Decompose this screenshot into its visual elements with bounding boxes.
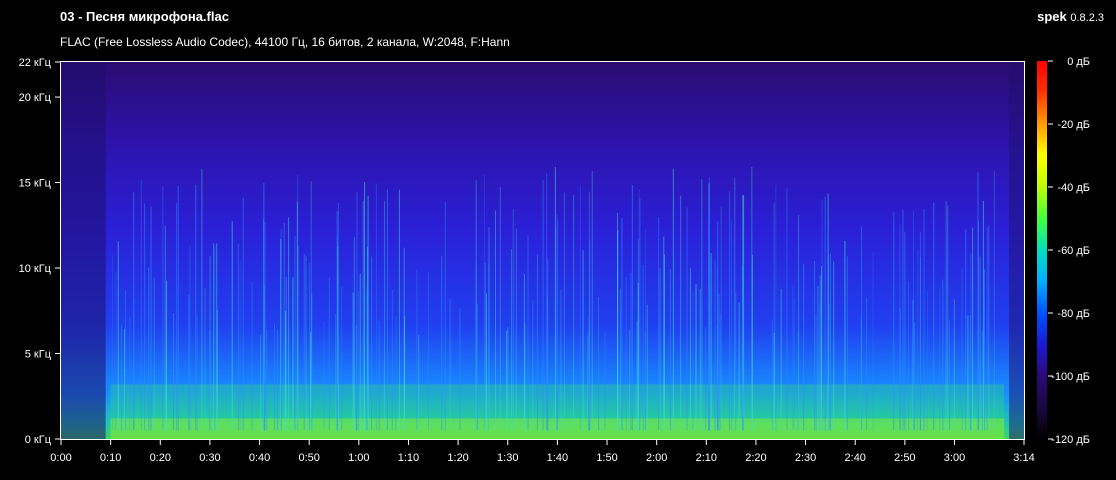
colorbar-tick-label: -20 дБ xyxy=(1057,119,1090,131)
x-tick-label: 2:10 xyxy=(696,452,717,464)
x-axis: 0:00 0:10 0:20 0:30 0:40 0:50 1:00 1:10 1:20 1:30… xyxy=(50,440,1035,464)
x-tick-label: 1:00 xyxy=(348,452,369,464)
y-tick-label: 10 кГц xyxy=(19,263,52,275)
y-tick-label: 15 кГц xyxy=(19,178,52,190)
x-tick-label: 0:00 xyxy=(50,452,71,464)
colorbar-tick-label: -80 дБ xyxy=(1057,308,1090,320)
x-tick-label: 0:40 xyxy=(249,452,270,464)
y-tick-label: 5 кГц xyxy=(25,349,52,361)
x-tick-label: 0:50 xyxy=(298,452,319,464)
x-tick-label: 2:40 xyxy=(845,452,866,464)
y-tick-label: 20 кГц xyxy=(19,92,52,104)
y-tick-label: 0 кГц xyxy=(25,434,52,446)
x-tick-label: 2:00 xyxy=(646,452,667,464)
y-axis: 0 кГц 5 кГц 10 кГц 15 кГц 20 кГц 22 кГц xyxy=(19,57,60,446)
colorbar-tick-label: 0 дБ xyxy=(1067,56,1090,68)
silence-start xyxy=(61,62,106,439)
colorbar-tick-label: -100 дБ xyxy=(1051,371,1090,383)
x-tick-label: 3:00 xyxy=(944,452,965,464)
silence-end xyxy=(1009,62,1024,439)
colorbar-tick-label: -40 дБ xyxy=(1057,182,1090,194)
x-tick-label: 2:50 xyxy=(894,452,915,464)
colorbar-tick-label: -120 дБ xyxy=(1051,434,1090,446)
x-tick-label: 1:30 xyxy=(497,452,518,464)
x-tick-label: 0:10 xyxy=(100,452,121,464)
spectrogram-chart: 0 кГц5 кГц10 кГц15 кГц20 кГц22 кГц 0:00 0… xyxy=(19,56,1090,464)
x-tick-label: 3:14 xyxy=(1013,452,1034,464)
x-tick-label: 0:30 xyxy=(199,452,220,464)
y-tick-label: 22 кГц xyxy=(19,57,52,69)
colorbar-tick-label: -60 дБ xyxy=(1057,245,1090,257)
x-tick-label: 2:30 xyxy=(795,452,816,464)
x-tick-label: 1:20 xyxy=(447,452,468,464)
colorbar xyxy=(1037,61,1047,439)
colorbar-axis: 0 дБ -20 дБ -40 дБ -60 дБ -80 дБ -100 дБ -120 … xyxy=(1048,56,1090,446)
x-tick-label: 1:40 xyxy=(547,452,568,464)
x-tick-label: 1:10 xyxy=(398,452,419,464)
x-tick-label: 0:20 xyxy=(150,452,171,464)
x-tick-label: 2:20 xyxy=(745,452,766,464)
x-tick-label: 1:50 xyxy=(596,452,617,464)
